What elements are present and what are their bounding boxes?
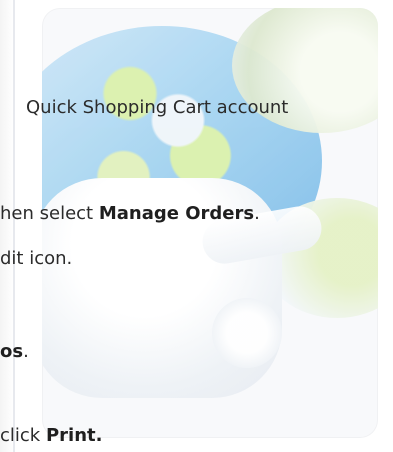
step-line-3-text: dit icon. [0, 248, 73, 269]
step-line-2: hen select Manage Orders. [0, 202, 393, 226]
step-line-4: os. [0, 340, 393, 364]
step-line-4-bold: os [0, 341, 24, 362]
instructions-text: Quick Shopping Cart account hen select M… [0, 0, 393, 452]
step-line-5-prefix: click [0, 425, 46, 446]
print-label: Print. [45, 425, 103, 446]
step-line-5: click Print. [0, 424, 393, 448]
step-line-1: Quick Shopping Cart account [26, 96, 393, 120]
step-line-2-suffix: . [254, 203, 260, 224]
step-line-4-suffix: . [23, 341, 29, 362]
step-line-3: dit icon. [0, 247, 393, 271]
manage-orders-label: Manage Orders [98, 203, 255, 224]
step-line-2-prefix: hen select [0, 203, 99, 224]
step-line-1-text: Quick Shopping Cart account [26, 97, 289, 118]
